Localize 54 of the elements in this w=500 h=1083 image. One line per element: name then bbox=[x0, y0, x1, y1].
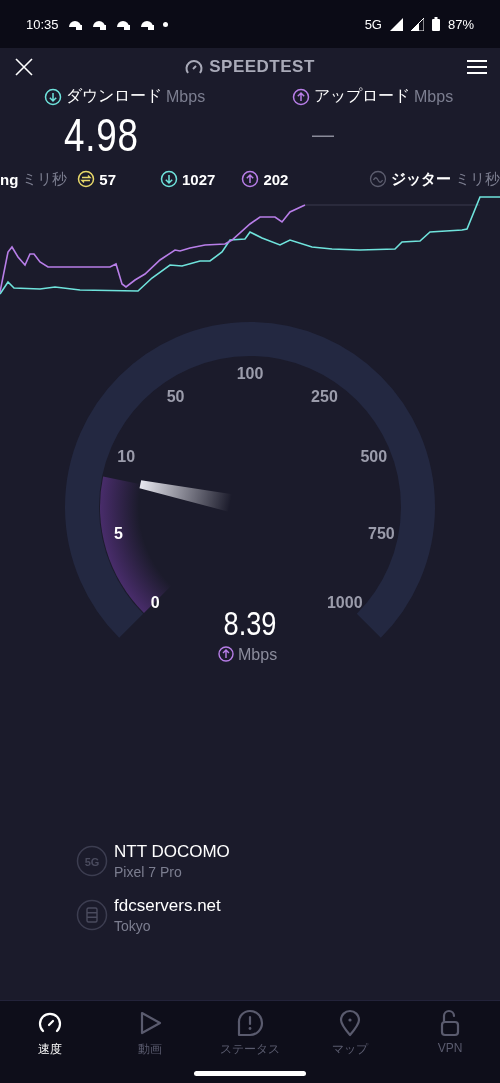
nav-tab[interactable]: マップ bbox=[300, 1001, 400, 1059]
signal-icon bbox=[410, 17, 424, 31]
gauge-icon bbox=[185, 59, 204, 75]
server-icon bbox=[76, 899, 108, 931]
gauge-tick-label: 500 bbox=[360, 447, 388, 465]
notification-icon bbox=[90, 18, 107, 30]
upload-speed: — bbox=[312, 121, 334, 149]
menu-button[interactable] bbox=[466, 59, 488, 75]
signal-icon bbox=[389, 17, 403, 31]
close-button[interactable] bbox=[14, 57, 34, 77]
battery-level: 87% bbox=[447, 16, 474, 32]
close-icon bbox=[14, 57, 34, 77]
ping-unit: ミリ秒 bbox=[22, 169, 68, 189]
network-type: 5G bbox=[364, 16, 382, 32]
dot-icon bbox=[162, 21, 168, 27]
server-detail: Tokyo bbox=[114, 918, 152, 934]
download-ping-value: 1027 bbox=[182, 170, 216, 188]
menu-icon bbox=[466, 59, 488, 75]
upload-speed-reading: 8.39 bbox=[223, 604, 277, 643]
gauge-tick-label: 100 bbox=[236, 365, 264, 382]
upload-ping-value: 202 bbox=[263, 170, 289, 188]
nav-tab[interactable]: VPN bbox=[400, 1001, 500, 1059]
gauge-tick-label: 1000 bbox=[326, 593, 363, 611]
network-name: NTT DOCOMO bbox=[114, 842, 230, 862]
gauge-tick-label: 5 bbox=[114, 525, 124, 543]
jitter-unit: ミリ秒 bbox=[455, 169, 500, 189]
nav-tab[interactable]: ステータス bbox=[200, 1001, 300, 1059]
download-label: ダウンロード bbox=[66, 86, 162, 106]
gauge-tick-label: 10 bbox=[117, 447, 136, 465]
upload-label: アップロード bbox=[314, 86, 410, 106]
gauge-tick-label: 750 bbox=[368, 525, 395, 543]
alert-icon bbox=[236, 1009, 264, 1037]
app-title: SPEEDTEST bbox=[209, 57, 315, 77]
server-name: fdcservers.net bbox=[114, 896, 221, 916]
nav-tab[interactable]: 速度 bbox=[0, 1001, 100, 1059]
download-speed: 4.98 bbox=[64, 108, 139, 163]
jitter-label: ジッター bbox=[391, 169, 451, 189]
download-unit: Mbps bbox=[166, 87, 206, 106]
speed-unit: Mbps bbox=[238, 646, 278, 663]
notification-icon bbox=[114, 18, 131, 30]
notification-icon bbox=[138, 18, 155, 30]
jitter-icon bbox=[369, 170, 387, 188]
network-detail: Pixel 7 Pro bbox=[114, 864, 183, 880]
battery-icon bbox=[431, 17, 440, 31]
idle-ping-value: 57 bbox=[99, 170, 116, 188]
nav-tab[interactable]: 動画 bbox=[100, 1001, 200, 1059]
upload-unit: Mbps bbox=[414, 87, 454, 106]
gauge-tick-label: 50 bbox=[166, 387, 185, 405]
notification-icon bbox=[66, 18, 83, 30]
idle-ping-icon bbox=[77, 170, 96, 188]
gauge-tick-label: 250 bbox=[311, 387, 338, 405]
status-time: 10:35 bbox=[26, 16, 59, 32]
ping-label: ng bbox=[0, 170, 19, 188]
gauge-tick-label: 0 bbox=[150, 593, 160, 611]
